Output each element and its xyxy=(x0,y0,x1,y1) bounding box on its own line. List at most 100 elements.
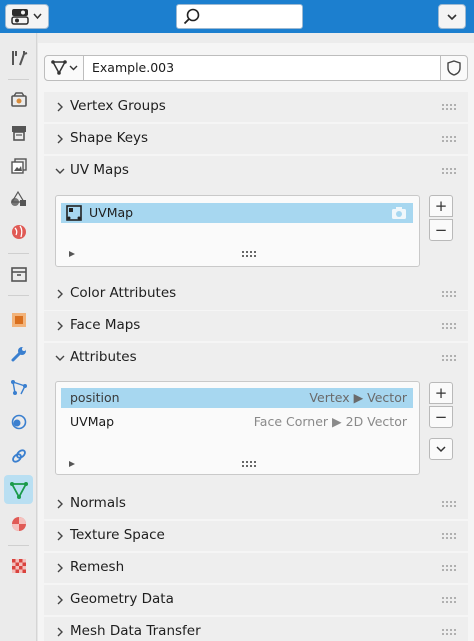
attribute-name: UVMap xyxy=(70,414,115,429)
tab-output[interactable] xyxy=(4,118,33,147)
panel-attributes[interactable]: Attributes xyxy=(44,343,468,373)
drag-handle-icon[interactable] xyxy=(442,565,458,571)
drag-handle-icon[interactable] xyxy=(442,136,458,142)
chevron-right-icon xyxy=(57,531,63,541)
list-filter-toggle[interactable] xyxy=(69,251,75,257)
panel-shape-keys[interactable]: Shape Keys xyxy=(44,124,468,154)
tab-view-layer[interactable] xyxy=(4,151,33,180)
panel-mesh-data-transfer[interactable]: Mesh Data Transfer xyxy=(44,617,468,641)
drag-handle-icon[interactable] xyxy=(442,291,458,297)
drag-handle-icon[interactable] xyxy=(442,629,458,635)
particles-icon xyxy=(10,379,27,395)
tab-tool[interactable] xyxy=(4,43,33,72)
panel-geometry-data[interactable]: Geometry Data xyxy=(44,585,468,615)
panel-title: Texture Space xyxy=(70,527,165,543)
properties-header xyxy=(0,0,474,33)
tab-constraints[interactable] xyxy=(4,441,33,470)
properties-tab-strip xyxy=(0,33,37,641)
camera-icon[interactable] xyxy=(391,206,407,220)
table-row[interactable]: position Vertex ▶ Vector xyxy=(61,388,413,408)
chevron-down-icon xyxy=(55,168,65,174)
chevron-down-icon xyxy=(447,14,457,21)
drag-handle-icon[interactable] xyxy=(442,597,458,603)
shield-icon xyxy=(447,60,461,76)
chevron-right-icon xyxy=(57,563,63,573)
tab-render[interactable] xyxy=(4,85,33,114)
header-options-button[interactable] xyxy=(438,4,466,29)
tab-scene[interactable] xyxy=(4,184,33,213)
search-input[interactable] xyxy=(176,4,303,29)
tab-material[interactable] xyxy=(4,509,33,538)
scene-icon xyxy=(10,190,26,206)
panel-title: Shape Keys xyxy=(70,130,149,146)
tab-separator xyxy=(8,253,29,254)
list-filter-toggle[interactable] xyxy=(69,461,75,467)
panel-title: Color Attributes xyxy=(70,285,177,301)
tab-world[interactable] xyxy=(4,217,33,246)
drag-handle-icon[interactable] xyxy=(442,501,458,507)
panel-texture-space[interactable]: Texture Space xyxy=(44,521,468,551)
drag-handle-icon[interactable] xyxy=(442,355,458,361)
panel-uv-maps[interactable]: UV Maps xyxy=(44,156,468,186)
add-uv-map-button[interactable]: + xyxy=(429,195,453,217)
attribute-domain: Vertex ▶ Vector xyxy=(309,390,407,405)
mesh-data-icon xyxy=(51,60,78,75)
table-row[interactable]: UVMap Face Corner ▶ 2D Vector xyxy=(61,412,413,432)
tab-separator xyxy=(8,295,29,296)
uv-map-list: UVMap xyxy=(55,195,420,267)
panel-title: Mesh Data Transfer xyxy=(70,623,201,639)
world-icon xyxy=(11,224,26,239)
texture-icon xyxy=(11,558,26,573)
tab-particles[interactable] xyxy=(4,373,33,402)
list-resize-grip[interactable] xyxy=(242,461,256,467)
wrench-icon xyxy=(11,346,26,361)
remove-attribute-button[interactable]: − xyxy=(429,406,453,428)
chevron-right-icon xyxy=(57,289,63,299)
uv-map-name[interactable]: UVMap xyxy=(89,205,133,220)
tab-collection[interactable] xyxy=(4,259,33,288)
tool-icon xyxy=(11,50,27,65)
panel-vertex-groups[interactable]: Vertex Groups xyxy=(44,92,468,122)
attribute-domain: Face Corner ▶ 2D Vector xyxy=(253,414,407,429)
drag-handle-icon[interactable] xyxy=(442,168,458,174)
fake-user-button[interactable] xyxy=(440,55,468,81)
chevron-right-icon xyxy=(57,102,63,112)
properties-editor-icon xyxy=(11,9,42,25)
tab-object[interactable] xyxy=(4,305,33,334)
panel-normals[interactable]: Normals xyxy=(44,489,468,519)
tab-physics[interactable] xyxy=(4,407,33,436)
tab-data[interactable] xyxy=(4,475,33,504)
list-resize-grip[interactable] xyxy=(242,251,256,257)
panel-title: Geometry Data xyxy=(70,591,174,607)
add-attribute-button[interactable]: + xyxy=(429,382,453,404)
drag-handle-icon[interactable] xyxy=(442,533,458,539)
panel-title: Remesh xyxy=(70,559,125,575)
attribute-specials-menu-button[interactable] xyxy=(429,438,453,460)
constraints-icon xyxy=(11,448,26,463)
chevron-down-icon xyxy=(55,355,65,361)
list-item[interactable]: UVMap xyxy=(61,203,413,223)
drag-handle-icon[interactable] xyxy=(442,323,458,329)
tab-modifiers[interactable] xyxy=(4,339,33,368)
mesh-name-field[interactable]: Example.003 xyxy=(83,55,441,81)
panel-face-maps[interactable]: Face Maps xyxy=(44,311,468,341)
output-icon xyxy=(11,125,26,141)
panel-color-attributes[interactable]: Color Attributes xyxy=(44,279,468,309)
mesh-browse-button[interactable] xyxy=(44,55,84,81)
object-icon xyxy=(11,312,26,327)
remove-uv-map-button[interactable]: − xyxy=(429,219,453,241)
physics-icon xyxy=(11,414,26,429)
tab-separator xyxy=(8,79,29,80)
drag-handle-icon[interactable] xyxy=(442,104,458,110)
chevron-right-icon xyxy=(57,321,63,331)
tab-separator xyxy=(8,545,29,546)
properties-main-area: Example.003 Vertex Groups Shape Keys UV … xyxy=(38,33,474,641)
tab-texture[interactable] xyxy=(4,551,33,580)
material-icon xyxy=(11,516,26,531)
chevron-down-icon xyxy=(436,446,446,453)
attribute-name: position xyxy=(70,390,120,405)
chevron-right-icon xyxy=(57,627,63,637)
editor-type-button[interactable] xyxy=(5,4,49,29)
view-layer-icon xyxy=(10,157,27,174)
panel-remesh[interactable]: Remesh xyxy=(44,553,468,583)
